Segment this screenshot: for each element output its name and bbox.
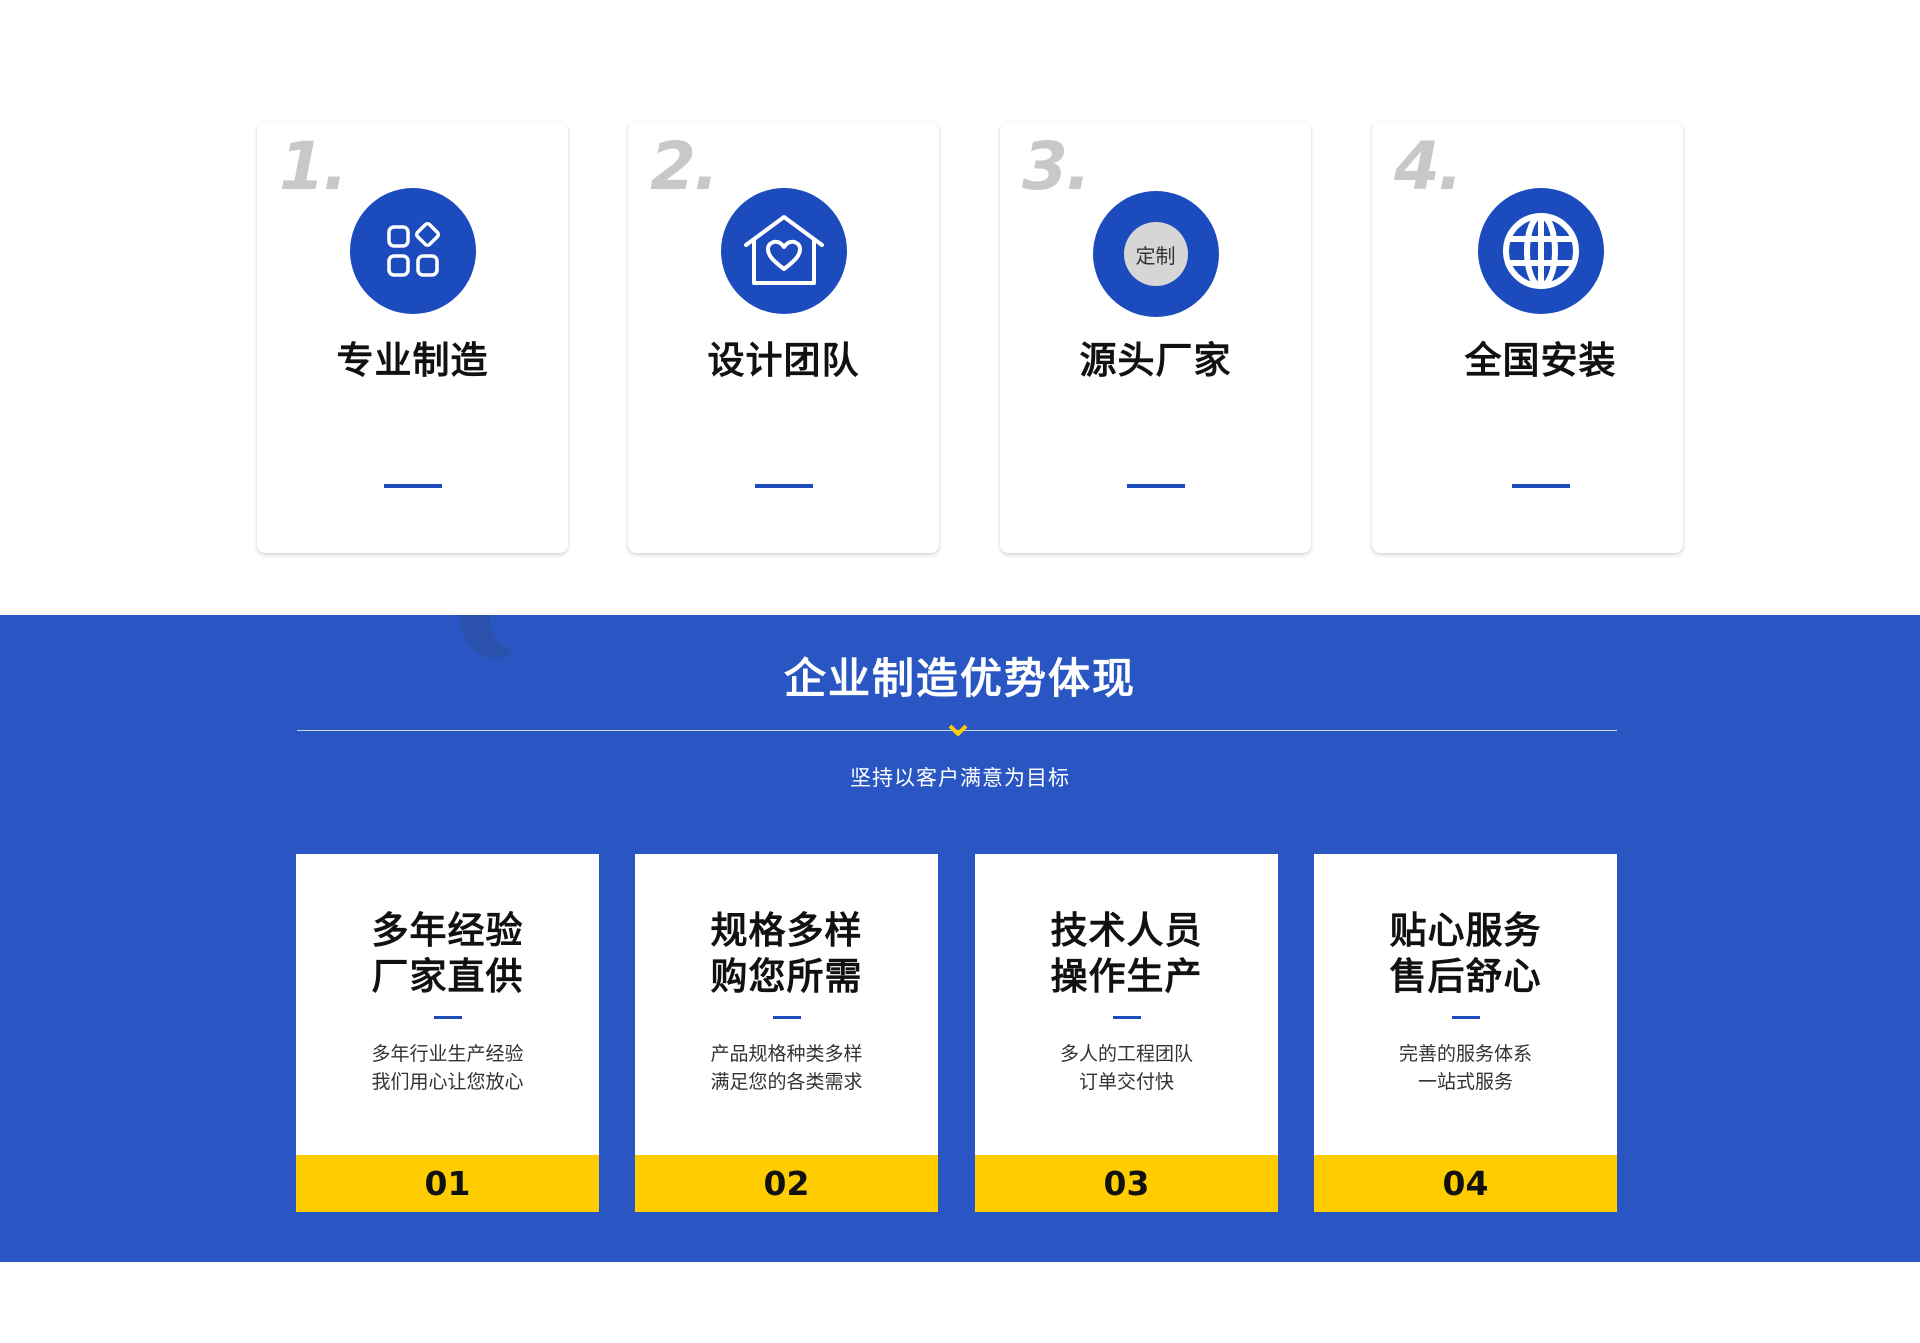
advantage-dash bbox=[1451, 1016, 1480, 1019]
custom-badge-text: 定制 bbox=[1135, 243, 1176, 268]
advantage-title-line: 购您所需 bbox=[710, 955, 863, 998]
feature-underline bbox=[1511, 484, 1570, 488]
advantage-desc: 多人的工程团队 订单交付快 bbox=[975, 1040, 1278, 1096]
advantage-desc-line: 多年行业生产经验 bbox=[371, 1043, 524, 1065]
feature-icon-circle bbox=[720, 188, 847, 314]
globe-icon bbox=[1502, 213, 1579, 289]
section-title: 企业制造优势体现 bbox=[783, 654, 1136, 703]
advantage-title: 技术人员 操作生产 bbox=[975, 908, 1278, 1000]
advantage-desc-line: 多人的工程团队 bbox=[1059, 1043, 1193, 1065]
advantage-number: 02 bbox=[635, 1155, 938, 1212]
advantage-desc-line: 满足您的各类需求 bbox=[710, 1071, 863, 1093]
feature-icon-circle bbox=[349, 188, 476, 314]
advantage-number: 01 bbox=[296, 1155, 599, 1212]
feature-card-2: 2. 设计团队 bbox=[628, 122, 939, 553]
advantage-desc: 多年行业生产经验 我们用心让您放心 bbox=[296, 1040, 599, 1096]
advantage-card-1: 多年经验 厂家直供 多年行业生产经验 我们用心让您放心 01 bbox=[296, 854, 599, 1212]
advantage-card-4: 贴心服务 售后舒心 完善的服务体系 一站式服务 04 bbox=[1314, 854, 1617, 1212]
advantage-number: 03 bbox=[975, 1155, 1278, 1212]
advantage-title-line: 多年经验 bbox=[371, 909, 524, 952]
advantage-title-line: 厂家直供 bbox=[371, 955, 524, 998]
advantage-desc-line: 订单交付快 bbox=[1078, 1071, 1174, 1093]
feature-title: 设计团队 bbox=[707, 339, 860, 382]
advantage-title-line: 规格多样 bbox=[710, 909, 863, 952]
advantage-title: 多年经验 厂家直供 bbox=[296, 908, 599, 1000]
custom-badge-icon: 定制 bbox=[1123, 222, 1188, 286]
feature-underline bbox=[383, 484, 442, 488]
chevron-down-icon bbox=[948, 724, 968, 736]
advantage-title: 规格多样 购您所需 bbox=[635, 908, 938, 1000]
feature-number: 1. bbox=[279, 128, 348, 205]
feature-underline bbox=[754, 484, 813, 488]
feature-underline bbox=[1126, 484, 1185, 488]
advantage-dash bbox=[772, 1016, 801, 1019]
advantage-title-line: 技术人员 bbox=[1050, 909, 1203, 952]
advantages-section: 企业制造优势体现 坚持以客户满意为目标 多年经验 厂家直供 多年行业生产经验 我… bbox=[0, 615, 1920, 1262]
advantage-title: 贴心服务 售后舒心 bbox=[1314, 908, 1617, 1000]
house-heart-icon bbox=[743, 215, 824, 285]
advantage-desc: 完善的服务体系 一站式服务 bbox=[1314, 1040, 1617, 1096]
advantage-desc-line: 我们用心让您放心 bbox=[371, 1071, 524, 1093]
advantage-desc-line: 完善的服务体系 bbox=[1398, 1043, 1532, 1065]
advantage-title-line: 操作生产 bbox=[1050, 955, 1203, 998]
feature-icon-circle bbox=[1477, 188, 1604, 314]
advantage-card-2: 规格多样 购您所需 产品规格种类多样 满足您的各类需求 02 bbox=[635, 854, 938, 1212]
advantage-desc-line: 一站式服务 bbox=[1417, 1071, 1513, 1093]
feature-card-3: 3. 定制 源头厂家 bbox=[1000, 122, 1311, 553]
advantage-dash bbox=[1112, 1016, 1141, 1019]
feature-number: 4. bbox=[1394, 128, 1463, 205]
advantage-desc-line: 产品规格种类多样 bbox=[710, 1043, 863, 1065]
feature-card-1: 1. 专业制造 bbox=[257, 122, 568, 553]
feature-title: 源头厂家 bbox=[1079, 339, 1232, 382]
feature-title: 专业制造 bbox=[336, 339, 489, 382]
feature-icon-circle: 定制 bbox=[1092, 191, 1219, 317]
feature-title: 全国安装 bbox=[1464, 339, 1617, 382]
feature-number: 2. bbox=[650, 128, 719, 205]
advantage-desc: 产品规格种类多样 满足您的各类需求 bbox=[635, 1040, 938, 1096]
advantage-dash bbox=[433, 1016, 462, 1019]
feature-card-4: 4. 全国安装 bbox=[1372, 122, 1683, 553]
feature-cards-section: 1. 专业制造 2. 设计团队 3. 定制 源头厂家 4. 全国安装 bbox=[0, 0, 1920, 615]
section-subtitle: 坚持以客户满意为目标 bbox=[850, 766, 1070, 790]
advantage-title-line: 贴心服务 bbox=[1389, 909, 1542, 952]
advantage-title-line: 售后舒心 bbox=[1389, 955, 1542, 998]
advantage-number: 04 bbox=[1314, 1155, 1617, 1212]
advantage-card-3: 技术人员 操作生产 多人的工程团队 订单交付快 03 bbox=[975, 854, 1278, 1212]
feature-number: 3. bbox=[1022, 128, 1091, 205]
apps-grid-icon bbox=[386, 221, 440, 277]
